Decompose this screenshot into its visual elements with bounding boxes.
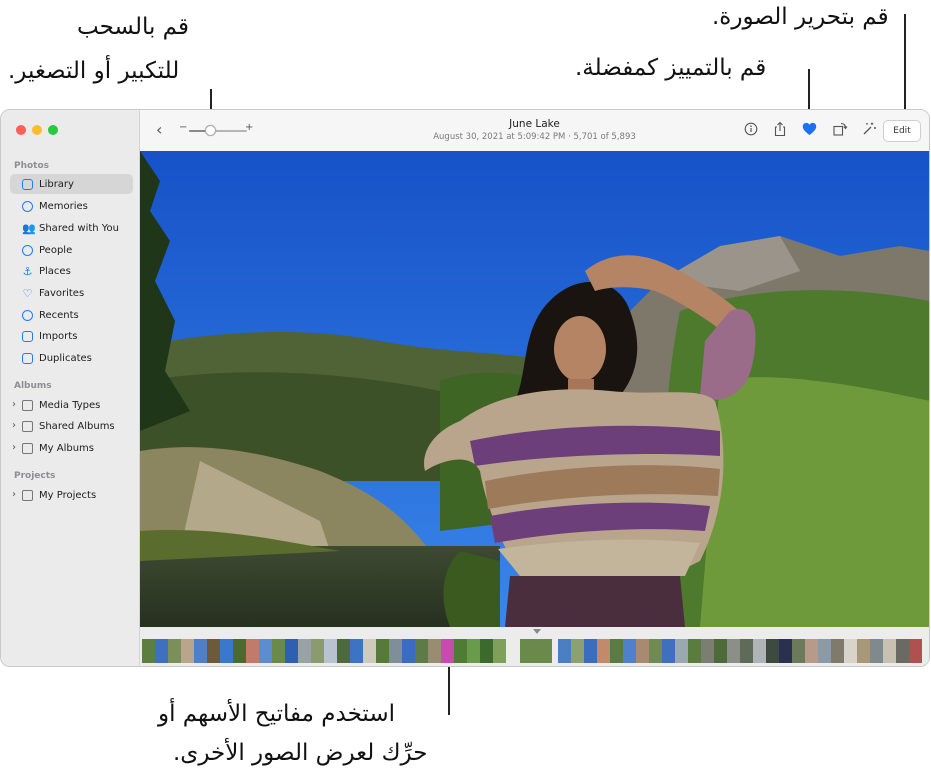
zoom-callout-line2: للتكبير أو التصغير. — [8, 58, 180, 84]
zoom-window-button[interactable] — [48, 125, 58, 135]
photos-window: Photos Library Memories 👥 Shared with Yo… — [0, 109, 930, 667]
sidebar-item-label: My Albums — [39, 442, 94, 454]
sidebar-item-label: Recents — [39, 309, 79, 321]
thumbnail-row-right — [558, 639, 922, 663]
navigate-callout-line1: استخدم مفاتيح الأسهم أو — [158, 701, 396, 727]
sidebar: Photos Library Memories 👥 Shared with Yo… — [1, 110, 140, 666]
minimize-window-button[interactable] — [32, 125, 42, 135]
sidebar-item-label: Memories — [39, 200, 88, 212]
disclosure-chevron-icon[interactable]: › — [12, 399, 16, 410]
navigate-callout-line2: حرِّك لعرض الصور الأخرى. — [173, 740, 428, 766]
sidebar-item-my-projects[interactable]: › My Projects — [10, 485, 133, 505]
sidebar-item-label: Places — [39, 265, 71, 277]
folder-icon — [22, 489, 33, 501]
thumbnail-row-left — [142, 639, 506, 663]
sidebar-item-shared-with-you[interactable]: 👥 Shared with You — [10, 218, 133, 238]
toolbar: ‹ − + June Lake August 30, 2021 at 5:09:… — [140, 110, 929, 152]
sidebar-item-label: Imports — [39, 330, 78, 342]
close-window-button[interactable] — [16, 125, 26, 135]
sidebar-item-label: My Projects — [39, 489, 97, 501]
people-icon — [22, 244, 33, 256]
edit-callout: قم بتحرير الصورة. — [712, 4, 889, 30]
sidebar-item-label: Media Types — [39, 399, 101, 411]
sidebar-item-label: Shared with You — [39, 222, 120, 234]
sidebar-item-label: Shared Albums — [39, 420, 115, 432]
clock-icon — [22, 309, 33, 321]
sidebar-item-places[interactable]: ⚓ Places — [10, 261, 133, 281]
disclosure-chevron-icon[interactable]: › — [12, 489, 16, 500]
folder-icon — [22, 399, 33, 411]
sidebar-item-label: Duplicates — [39, 352, 92, 364]
edit-button[interactable]: Edit — [883, 120, 921, 142]
library-icon — [22, 178, 33, 190]
edit-leader-line — [904, 14, 906, 121]
sidebar-item-library[interactable]: Library — [10, 174, 133, 194]
sidebar-section-projects: Projects — [14, 471, 56, 481]
info-icon[interactable] — [744, 122, 758, 140]
sidebar-item-favorites[interactable]: ♡ Favorites — [10, 283, 133, 303]
sidebar-item-label: Library — [39, 178, 74, 190]
memories-icon — [22, 200, 33, 212]
sidebar-section-albums: Albums — [14, 381, 52, 391]
sidebar-item-shared-albums[interactable]: › Shared Albums — [10, 416, 133, 436]
places-icon: ⚓ — [22, 264, 33, 278]
zoom-callout-line1: قم بالسحب — [77, 14, 189, 40]
main-photo[interactable] — [140, 151, 929, 627]
shared-with-you-icon: 👥 — [22, 221, 36, 235]
sidebar-section-photos: Photos — [14, 161, 50, 171]
favorite-callout: قم بالتمييز كمفضلة. — [575, 55, 767, 81]
sidebar-item-media-types[interactable]: › Media Types — [10, 395, 133, 415]
sidebar-item-my-albums[interactable]: › My Albums — [10, 438, 133, 458]
current-thumbnail — [520, 639, 552, 663]
sidebar-item-duplicates[interactable]: Duplicates — [10, 348, 133, 368]
disclosure-chevron-icon[interactable]: › — [12, 442, 16, 453]
rotate-icon[interactable] — [832, 121, 848, 141]
current-position-marker-icon — [533, 629, 541, 634]
sidebar-item-memories[interactable]: Memories — [10, 196, 133, 216]
favorite-heart-icon[interactable] — [802, 122, 817, 140]
shared-albums-icon — [22, 420, 33, 432]
duplicates-icon — [22, 352, 33, 364]
june-lake-portrait-image — [140, 151, 929, 627]
sidebar-item-label: People — [39, 244, 73, 256]
disclosure-chevron-icon[interactable]: › — [12, 420, 16, 431]
sidebar-item-people[interactable]: People — [10, 240, 133, 260]
share-icon[interactable] — [773, 121, 787, 141]
sidebar-item-label: Favorites — [39, 287, 85, 299]
imports-icon — [22, 330, 33, 342]
filmstrip[interactable] — [140, 627, 929, 666]
sidebar-item-recents[interactable]: Recents — [10, 305, 133, 325]
filmstrip-thumbnails — [142, 629, 922, 663]
auto-enhance-wand-icon[interactable] — [861, 121, 877, 141]
folder-icon — [22, 442, 33, 454]
heart-icon: ♡ — [22, 286, 33, 300]
sidebar-item-imports[interactable]: Imports — [10, 326, 133, 346]
